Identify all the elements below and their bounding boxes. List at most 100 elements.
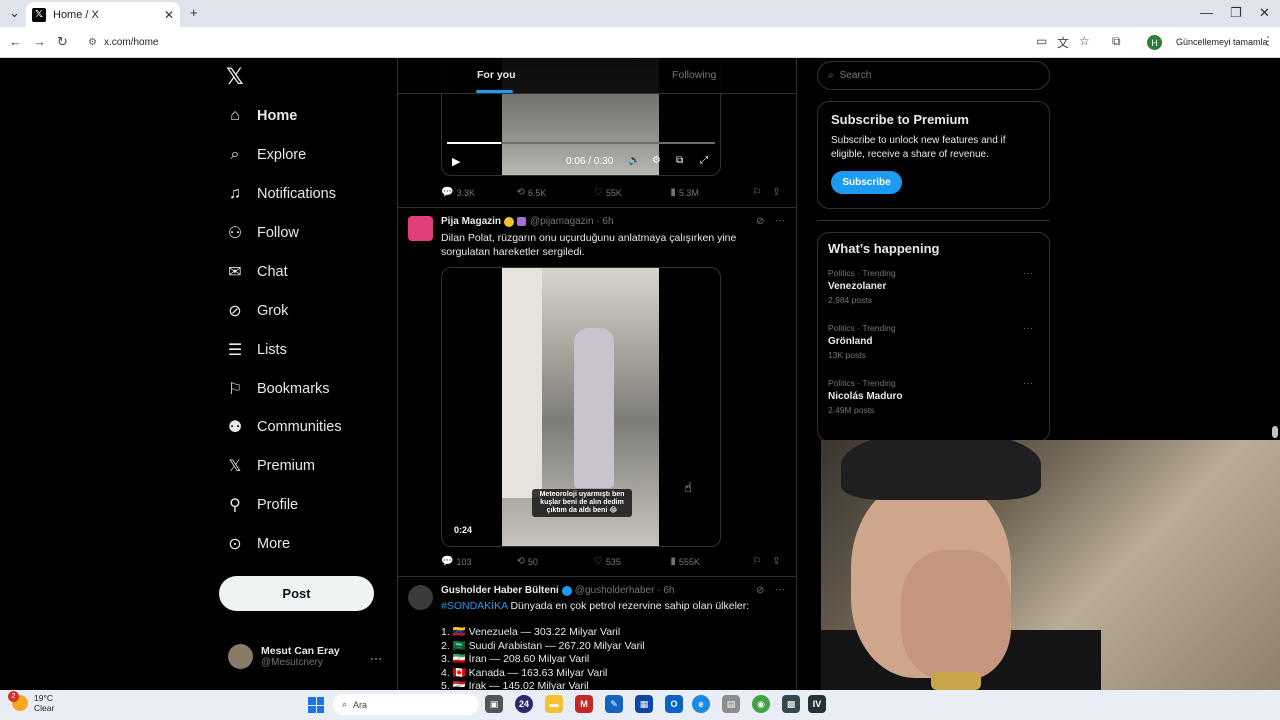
file-explorer-icon[interactable]: ▬: [545, 695, 563, 713]
tweet-time[interactable]: 6h: [602, 216, 613, 227]
bookmark-star-icon[interactable]: ☆: [1079, 34, 1090, 48]
nav-item-more[interactable]: ⊙ More: [226, 532, 290, 556]
weather-condition: Clear: [34, 703, 55, 713]
tweet-author-handle[interactable]: @gusholderhaber: [575, 585, 655, 596]
hashtag-link[interactable]: #SONDAKİKA: [441, 600, 508, 612]
trend-more-icon[interactable]: ···: [1023, 268, 1033, 279]
like-button[interactable]: ♡ 55K: [594, 187, 670, 198]
tweet-more-icon[interactable]: ···: [775, 215, 785, 226]
install-app-icon[interactable]: ▭: [1036, 34, 1047, 48]
store-icon[interactable]: ▦: [635, 695, 653, 713]
nav-item-premium[interactable]: 𝕏 Premium: [226, 454, 315, 478]
tab-list-icon[interactable]: ⌄: [9, 5, 20, 21]
extensions-icon[interactable]: ⧉: [1112, 34, 1121, 49]
trend-item[interactable]: Politics · Trending Grönland 13K posts ·…: [828, 323, 1039, 378]
nav-item-home[interactable]: ⌂ Home: [226, 104, 297, 128]
views-button[interactable]: ▮ 5.3M: [670, 187, 752, 198]
app-iv-icon[interactable]: IV: [808, 695, 826, 713]
reply-button[interactable]: 💬 3.3K: [441, 187, 516, 198]
maximize-icon[interactable]: ❐: [1230, 5, 1242, 21]
url-field[interactable]: ⚙ x.com/home: [82, 31, 1022, 54]
like-count: 55K: [605, 187, 622, 198]
nav-item-notifications[interactable]: ♫ Notifications: [226, 182, 336, 206]
reload-icon[interactable]: ↻: [57, 34, 68, 50]
tweet-list: 1. 🇻🇪 Venezuela — 303.22 Milyar Varil 2.…: [441, 626, 786, 690]
browser-tab[interactable]: 𝕏 Home / X ✕: [26, 2, 180, 27]
editor-icon[interactable]: ✎: [605, 695, 623, 713]
tab-for-you[interactable]: For you: [477, 69, 516, 81]
reply-button[interactable]: 💬 103: [441, 556, 516, 567]
search-input[interactable]: ⌕ Search: [817, 61, 1050, 90]
site-info-icon[interactable]: ⚙: [88, 37, 97, 48]
trend-item[interactable]: Politics · Trending Venezolaner 2,984 po…: [828, 268, 1039, 323]
like-button[interactable]: ♡ 535: [594, 556, 670, 567]
address-bar: ← → ↻ ⚙ x.com/home ▭ 文 ☆ ⧉ ⋮: [0, 27, 1280, 58]
x-logo-icon[interactable]: 𝕏: [226, 64, 244, 90]
views-button[interactable]: ▮ 555K: [670, 556, 752, 567]
trend-more-icon[interactable]: ···: [1023, 323, 1033, 334]
task-view-icon[interactable]: ▣: [485, 695, 503, 713]
close-window-icon[interactable]: ✕: [1259, 5, 1270, 21]
repost-button[interactable]: ⟲ 6.5K: [516, 187, 593, 198]
nav-item-grok[interactable]: ⊘ Grok: [226, 299, 288, 323]
grok-analyze-icon[interactable]: ⊘: [756, 585, 764, 596]
tweet-more-icon[interactable]: ···: [775, 584, 785, 595]
edge-icon[interactable]: e: [692, 695, 710, 713]
avatar[interactable]: [408, 585, 433, 610]
app-24-icon[interactable]: 24: [515, 695, 533, 713]
trend-more-icon[interactable]: ···: [1023, 378, 1033, 389]
new-tab-icon[interactable]: +: [190, 5, 198, 20]
webcam-watch: [931, 672, 981, 690]
share-button[interactable]: ⇪: [772, 556, 786, 567]
like-count: 535: [605, 556, 621, 567]
nav-item-lists[interactable]: ☰ Lists: [226, 338, 287, 362]
subscribe-button[interactable]: Subscribe: [831, 171, 902, 194]
nav-item-explore[interactable]: ⌕ Explore: [226, 143, 307, 167]
update-button[interactable]: Güncellemeyi tamamla: [1170, 33, 1274, 51]
scrollbar-thumb[interactable]: [1272, 426, 1278, 438]
start-button[interactable]: [308, 697, 324, 713]
mute-icon[interactable]: 🔈: [628, 155, 640, 166]
fullscreen-icon[interactable]: ⤢: [700, 155, 708, 166]
account-more-icon[interactable]: ···: [370, 651, 382, 665]
antivirus-icon[interactable]: M: [575, 695, 593, 713]
grok-analyze-icon[interactable]: ⊘: [756, 216, 764, 227]
share-button[interactable]: ⇪: [772, 187, 786, 198]
home-icon: ⌂: [230, 107, 240, 124]
app-icon[interactable]: ▩: [782, 695, 800, 713]
trend-item[interactable]: Politics · Trending Nicolás Maduro 2.49M…: [828, 378, 1039, 433]
weather-widget[interactable]: 2 19°C Clear: [8, 691, 55, 713]
forward-icon[interactable]: →: [33, 34, 46, 49]
play-icon[interactable]: ▶: [452, 155, 460, 168]
outlook-icon[interactable]: O: [665, 695, 683, 713]
tweet-author-name[interactable]: Pija Magazin: [441, 216, 501, 227]
nav-item-bookmarks[interactable]: ⚐ Bookmarks: [226, 377, 330, 401]
photos-icon[interactable]: ▤: [722, 695, 740, 713]
taskbar-search[interactable]: ⌕ Ara: [333, 694, 479, 715]
nav-item-communities[interactable]: ⚉ Communities: [226, 415, 342, 439]
nav-item-label: Profile: [257, 497, 299, 513]
account-switcher[interactable]: Mesut Can Eray @Mesutcnery: [228, 644, 340, 669]
minimize-icon[interactable]: —: [1200, 5, 1213, 20]
repost-button[interactable]: ⟲ 50: [516, 556, 593, 567]
post-button[interactable]: Post: [219, 576, 374, 611]
nav-item-profile[interactable]: ⚲ Profile: [226, 493, 298, 517]
tweet-author-name[interactable]: Gusholder Haber Bülteni: [441, 585, 559, 596]
nav-item-follow[interactable]: ⚇ Follow: [226, 221, 299, 245]
bookmark-button[interactable]: ⚐: [753, 556, 773, 567]
avatar[interactable]: [408, 216, 433, 241]
video-player[interactable]: Meteoroloji uyarmıştı ben kuşlar beni de…: [441, 267, 721, 547]
nav-item-chat[interactable]: ✉ Chat: [226, 260, 287, 284]
tweet-author-handle[interactable]: @pijamagazin: [530, 216, 594, 227]
back-icon[interactable]: ←: [9, 34, 22, 49]
chrome-icon[interactable]: ◉: [752, 695, 770, 713]
pip-icon[interactable]: ⧉: [676, 155, 683, 166]
browser-profile-avatar[interactable]: H: [1147, 35, 1162, 50]
translate-icon[interactable]: 文: [1057, 34, 1069, 51]
settings-icon[interactable]: ⚙: [652, 155, 661, 166]
close-tab-icon[interactable]: ✕: [164, 8, 174, 22]
bookmark-button[interactable]: ⚐: [753, 187, 773, 198]
tweet-time[interactable]: 6h: [663, 585, 674, 596]
video-progress-track[interactable]: [447, 142, 715, 144]
tab-following[interactable]: Following: [672, 69, 716, 81]
